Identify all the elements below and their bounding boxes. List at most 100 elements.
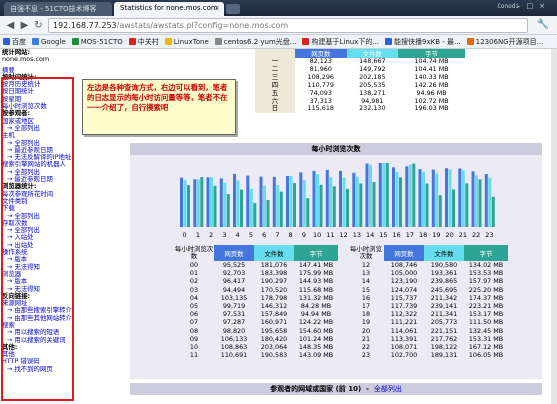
hourly-cell-bw: 153.31 MB: [468, 334, 504, 343]
chart-bar-bandwidth: [306, 198, 310, 227]
bookmark-label: LinuxTone: [173, 38, 209, 46]
hourly-cell-hits: 195,658: [260, 326, 288, 335]
chart-bar-pages: [259, 176, 263, 227]
bookmark-label: centos6.2 yum光盘...: [223, 38, 297, 46]
hourly-panel: 0 1 2 3 4 5 6 7 8 9 10 11 12 13 14 15 16 17 18 19 20 21 22 23 每…: [130, 155, 542, 379]
hourly-cell-bw: 175.99 MB: [298, 269, 334, 278]
chart-bar-pages: [418, 169, 422, 227]
chart-bar-pages: [206, 177, 210, 227]
chart-bar-bandwidth: [293, 183, 296, 227]
chart-tick-label: 4: [236, 231, 240, 239]
hourly-cell-bw: 167.12 MB: [468, 343, 504, 352]
site-name: none.mos.com: [2, 55, 50, 64]
bookmark-item[interactable]: LinuxTone: [162, 36, 212, 48]
hourly-cell-pages: 108,863: [220, 343, 248, 352]
bookmark-item[interactable]: 中关村: [126, 35, 162, 48]
hourly-cell-pages: 105,000: [390, 269, 418, 278]
chart-tick-label: 1: [196, 231, 200, 239]
bookmark-item[interactable]: centos6.2 yum光盘...: [212, 35, 300, 48]
hourly-bar-chart: 0 1 2 3 4 5 6 7 8 9 10 11 12 13 14 15 16 17 18 19 20 21 22 23: [180, 163, 495, 239]
tab-blog-label: 自强不息 - 51CTO技术博客: [10, 5, 97, 13]
bookmark-item[interactable]: MOS-51CTO: [69, 36, 126, 48]
hourly-cell-hits: 181,076: [260, 261, 288, 269]
countries-list-all-link[interactable]: 全部列出: [374, 385, 402, 393]
chart-tick-label: 6: [262, 231, 266, 239]
hourly-gap-cell: [338, 335, 348, 343]
hourly-cell-hits: 211,341: [430, 310, 458, 319]
chart-bar-hits: [369, 164, 372, 227]
chart-tick-label: 13: [353, 231, 361, 239]
hourly-row: 08 98,820 195,658 154.60 MB 20 114,061 221,151…: [174, 327, 508, 335]
hourly-cell-bw: 147.41 MB: [298, 261, 334, 269]
chart-tick-label: 17: [406, 231, 414, 239]
weekday-cell-label: 日: [255, 105, 295, 114]
hourly-cell-pages: 114,061: [390, 326, 418, 335]
reload-icon[interactable]: ↻: [32, 19, 45, 32]
chart-tick-label: 2: [209, 231, 213, 239]
hourly-gap-cell: [338, 327, 348, 335]
bookmark-item[interactable]: 12306NG开源项目...: [464, 35, 547, 48]
chart-bar-hits: [316, 174, 319, 227]
bookmark-item[interactable]: 百度: [0, 35, 29, 48]
chart-bar-pages: [312, 170, 316, 227]
url-input[interactable]: 192.168.77.253/awstats/awstats.pl?config…: [48, 18, 528, 33]
browser-titlebar: 自强不息 - 51CTO技术博客 × Statistics for none.m…: [0, 0, 557, 16]
chart-bar-bandwidth: [372, 182, 376, 227]
tab-statistics[interactable]: Statistics for none.mos.com ×: [114, 2, 224, 16]
close-tab-icon[interactable]: ×: [214, 4, 220, 12]
address-bar: ◀ ▶ ↻ 192.168.77.253/awstats/awstats.pl?…: [0, 16, 557, 35]
hourly-cell-hits: 190,583: [260, 351, 288, 360]
chart-bar-hits: [236, 180, 240, 227]
hourly-col-bandwidth: 字节: [294, 245, 338, 261]
chart-bar-bandwidth: [491, 196, 495, 227]
hourly-cell-hits: 183,398: [260, 269, 288, 278]
chart-bar-pages: [471, 171, 475, 227]
window-brand: Conodi: [497, 3, 519, 10]
chart-tick-label: 11: [326, 231, 334, 239]
chart-bar-bandwidth: [465, 183, 469, 227]
hourly-cell-h: 08: [189, 326, 199, 335]
chart-bar-pages: [193, 179, 197, 227]
bookmark-label: Google: [41, 38, 66, 46]
chart-bar-hits: [263, 185, 266, 227]
tab-blog[interactable]: 自强不息 - 51CTO技术博客 ×: [4, 2, 112, 16]
bookmark-favicon-icon: [164, 38, 172, 45]
hourly-gap-cell: [338, 351, 348, 359]
chart-tick-label: 12: [339, 231, 347, 239]
new-tab-button[interactable]: [226, 4, 240, 14]
bookmark-item[interactable]: 能搜快播9xKB - 最...: [382, 35, 464, 48]
chart-bar-pages: [325, 169, 329, 227]
hourly-cell-h: 22: [361, 343, 371, 352]
hourly-cell-hits: 217,762: [430, 334, 458, 343]
countries-section-title: 参观者的网域或国家 (前 10) - 全部列出: [130, 383, 542, 395]
hourly-cell-h: 17: [361, 302, 371, 311]
hourly-cell-h: 11: [189, 351, 199, 360]
hourly-cell-bw: 111.50 MB: [468, 318, 504, 327]
close-tab-icon[interactable]: ×: [102, 4, 108, 12]
hourly-cell-h: 09: [189, 334, 199, 343]
hourly-cell-pages: 96,417: [222, 277, 246, 286]
hourly-cell-pages: 98,820: [222, 326, 246, 335]
vertical-scrollbar[interactable]: [551, 49, 557, 404]
chart-tick-label: 18: [419, 231, 427, 239]
forward-icon[interactable]: ▶: [18, 19, 31, 32]
hourly-cell-bw: 84.28 MB: [300, 302, 332, 311]
chart-bar-hits: [355, 176, 359, 227]
bookmark-item[interactable]: 构建基于Linux下的...: [299, 35, 382, 48]
hourly-row: 09 106,133 180,420 101.24 MB 21 113,391 217,76…: [174, 335, 508, 343]
annotation-red-box: [1, 77, 74, 401]
chart-bar-bandwidth: [319, 184, 323, 227]
chart-bar-hits: [196, 179, 200, 227]
hourly-cell-hits: 198,122: [430, 343, 458, 352]
chart-tick-label: 19: [432, 231, 440, 239]
window-controls[interactable]: –□×: [517, 2, 551, 10]
back-icon[interactable]: ◀: [4, 19, 17, 32]
hourly-gap-cell: [338, 269, 348, 277]
weekday-cell-bw: 196.03 MB: [414, 104, 449, 113]
hourly-cell-pages: 111,221: [390, 318, 418, 327]
chart-bar-hits: [475, 175, 478, 227]
hourly-cell-pages: 113,391: [390, 334, 418, 343]
bookmark-item[interactable]: Google: [29, 36, 69, 48]
wrench-icon[interactable]: 🔧: [537, 19, 549, 30]
hourly-cell-hits: 239,865: [430, 277, 458, 286]
